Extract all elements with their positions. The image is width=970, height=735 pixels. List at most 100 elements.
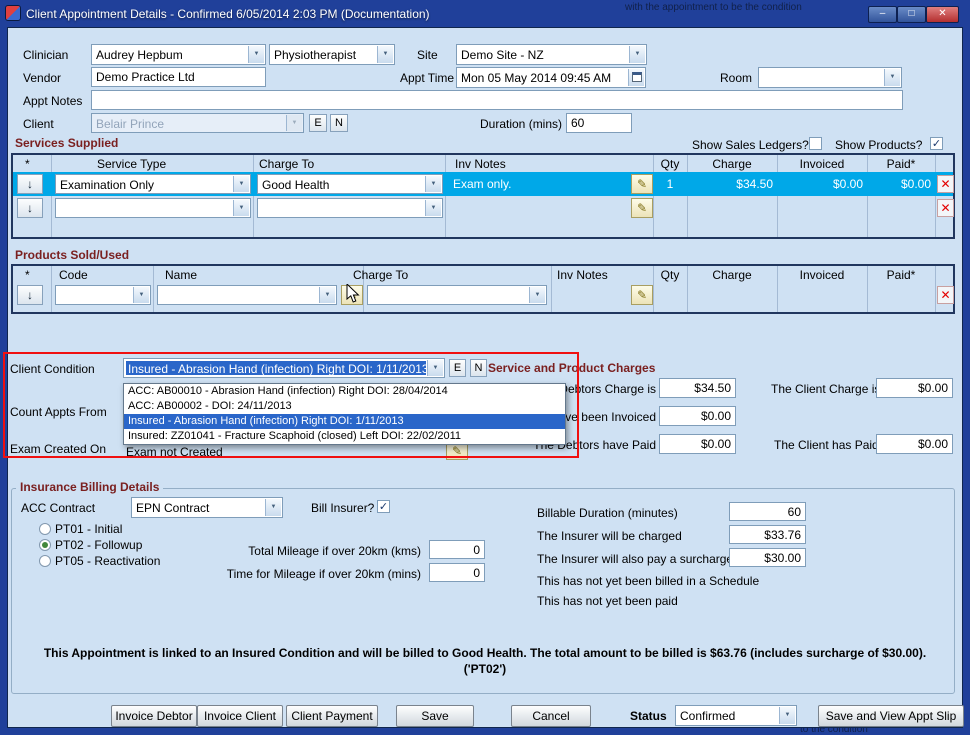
mileage-label: Total Mileage if over 20km (kms)	[171, 544, 421, 558]
clinician-label: Clinician	[23, 48, 68, 62]
service-charge-to-select-empty[interactable]: ▼	[257, 198, 443, 218]
chevron-down-icon: ▼	[427, 360, 443, 376]
condition-option[interactable]: Insured: ZZ01041 - Fracture Scaphoid (cl…	[124, 429, 565, 444]
check-icon: ✓	[379, 501, 388, 513]
check-icon: ✓	[932, 138, 941, 150]
save-button[interactable]: Save	[396, 705, 474, 727]
row-selector-button[interactable]: ↓	[17, 174, 43, 194]
products-header-charge: Charge	[687, 268, 777, 282]
radio-pt05[interactable]	[39, 555, 51, 567]
show-sales-ledgers-label: Show Sales Ledgers?	[692, 138, 809, 152]
condition-option[interactable]: ACC: AB00002 - DOI: 24/11/2013	[124, 399, 565, 414]
appt-notes-field[interactable]	[91, 90, 903, 110]
client-edit-button[interactable]: E	[309, 114, 327, 132]
radio-pt02[interactable]	[39, 539, 51, 551]
product-edit-button[interactable]: ✎	[341, 285, 363, 305]
row-selector-button[interactable]: ↓	[17, 285, 43, 305]
invoice-debtor-button[interactable]: Invoice Debtor	[111, 705, 197, 727]
services-header-charge: Charge	[687, 157, 777, 171]
bill-insurer-label: Bill Insurer?	[311, 501, 374, 515]
vendor-field[interactable]: Demo Practice Ltd	[91, 67, 266, 87]
services-header-qty: Qty	[653, 157, 687, 171]
app-icon	[5, 5, 21, 21]
appt-time-picker[interactable]: Mon 05 May 2014 09:45 AM	[456, 67, 646, 88]
row-selector-button[interactable]: ↓	[17, 198, 43, 218]
service-edit-notes-button[interactable]: ✎	[631, 174, 653, 194]
products-header-charge-to: Charge To	[353, 268, 408, 282]
save-and-view-appt-slip-button[interactable]: Save and View Appt Slip	[818, 705, 964, 727]
appt-notes-label: Appt Notes	[23, 94, 82, 108]
mileage-time-field[interactable]: 0	[429, 563, 485, 582]
bill-insurer-checkbox[interactable]: ✓	[377, 500, 390, 513]
product-charge-to-select[interactable]: ▼	[367, 285, 547, 305]
appointment-details-dialog: Clinician Audrey Hepbum ▼ Physiotherapis…	[7, 27, 963, 728]
cancel-button[interactable]: Cancel	[511, 705, 591, 727]
duration-field[interactable]: 60	[566, 113, 632, 133]
down-arrow-icon: ↓	[27, 177, 33, 191]
maximize-icon: □	[908, 8, 914, 19]
client-condition-value: Insured - Abrasion Hand (infection) Righ…	[126, 361, 426, 375]
delete-product-row-button[interactable]: ✕	[937, 286, 954, 304]
chevron-down-icon: ▼	[133, 287, 149, 303]
acc-contract-select[interactable]: EPN Contract ▼	[131, 497, 283, 518]
column-divider	[551, 266, 552, 312]
service-edit-notes-button[interactable]: ✎	[631, 198, 653, 218]
chevron-down-icon: ▼	[884, 69, 900, 86]
products-header-invoiced: Invoiced	[777, 268, 867, 282]
pencil-icon: ✎	[637, 288, 647, 302]
client-payment-button[interactable]: Client Payment	[286, 705, 378, 727]
clinician-value: Audrey Hepbum	[96, 47, 247, 63]
column-divider	[153, 266, 154, 312]
condition-new-button[interactable]: N	[470, 359, 487, 377]
appt-time-value: Mon 05 May 2014 09:45 AM	[461, 70, 627, 86]
minimize-button[interactable]: –	[868, 6, 897, 23]
clinician-select[interactable]: Audrey Hepbum ▼	[91, 44, 266, 65]
service-charge-to-value: Good Health	[262, 177, 424, 193]
site-select[interactable]: Demo Site - NZ ▼	[456, 44, 647, 65]
status-value: Confirmed	[680, 708, 778, 724]
profession-select[interactable]: Physiotherapist ▼	[269, 44, 395, 65]
client-new-button[interactable]: N	[330, 114, 348, 132]
service-charge-to-select[interactable]: Good Health ▼	[257, 174, 443, 194]
client-label: Client	[23, 117, 54, 131]
product-name-select[interactable]: ▼	[157, 285, 337, 305]
invoice-client-button[interactable]: Invoice Client	[197, 705, 283, 727]
client-condition-select[interactable]: Insured - Abrasion Hand (infection) Righ…	[123, 358, 445, 378]
show-products-checkbox[interactable]: ✓	[930, 137, 943, 150]
radio-pt01[interactable]	[39, 523, 51, 535]
delete-service-row-button[interactable]: ✕	[937, 175, 954, 193]
radio-pt02-label: PT02 - Followup	[55, 538, 142, 552]
chevron-down-icon: ▼	[319, 287, 335, 303]
condition-option[interactable]: ACC: AB00010 - Abrasion Hand (infection)…	[124, 384, 565, 399]
show-sales-ledgers-checkbox[interactable]	[809, 137, 822, 150]
exam-created-value: Exam not Created	[126, 445, 223, 459]
room-select[interactable]: ▼	[758, 67, 902, 88]
billable-duration-label: Billable Duration (minutes)	[537, 506, 678, 520]
client-paid-label: The Client has Paid	[774, 438, 879, 452]
client-paid-value: $0.00	[876, 434, 953, 454]
service-type-select[interactable]: Examination Only ▼	[55, 174, 251, 194]
close-button[interactable]: ✕	[926, 6, 959, 23]
products-header-qty: Qty	[653, 268, 687, 282]
close-icon: ✕	[938, 8, 946, 19]
condition-edit-button[interactable]: E	[449, 359, 466, 377]
products-header-name: Name	[165, 268, 197, 282]
chevron-down-icon: ▼	[233, 176, 249, 192]
services-header-invoiced: Invoiced	[777, 157, 867, 171]
pencil-icon: ✎	[637, 201, 647, 215]
mileage-field[interactable]: 0	[429, 540, 485, 559]
services-section-title: Services Supplied	[15, 136, 118, 150]
maximize-button[interactable]: □	[897, 6, 926, 23]
column-divider	[935, 155, 936, 237]
products-header-paid: Paid*	[867, 268, 935, 282]
service-type-select-empty[interactable]: ▼	[55, 198, 251, 218]
chevron-down-icon: ▼	[779, 707, 795, 724]
product-code-select[interactable]: ▼	[55, 285, 151, 305]
product-edit-notes-button[interactable]: ✎	[631, 285, 653, 305]
service-invoiced: $0.00	[779, 177, 863, 191]
count-appts-from-label: Count Appts From	[10, 405, 107, 419]
condition-option-selected[interactable]: Insured - Abrasion Hand (infection) Righ…	[124, 414, 565, 429]
profession-value: Physiotherapist	[274, 47, 376, 63]
status-select[interactable]: Confirmed ▼	[675, 705, 797, 726]
delete-service-row-button[interactable]: ✕	[937, 199, 954, 217]
